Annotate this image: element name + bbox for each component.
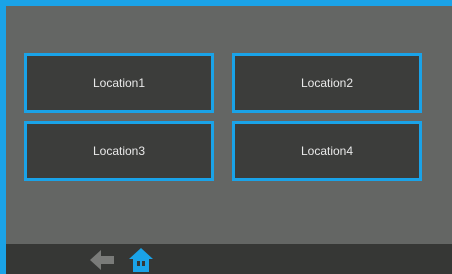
location2-button[interactable]: Location2: [232, 53, 422, 113]
back-arrow-icon[interactable]: [88, 248, 116, 272]
location3-label: Location3: [92, 144, 146, 158]
home-icon[interactable]: [127, 248, 155, 272]
main-screen: Location1 Location2 Location3 Location4: [0, 0, 452, 274]
location4-label: Location4: [300, 144, 354, 158]
location1-button[interactable]: Location1: [24, 53, 214, 113]
location3-button[interactable]: Location3: [24, 121, 214, 181]
location4-button[interactable]: Location4: [232, 121, 422, 181]
location2-label: Location2: [300, 76, 354, 90]
location-grid: Location1 Location2 Location3 Location4: [24, 53, 428, 189]
bottom-nav-bar: [6, 244, 452, 274]
location1-label: Location1: [92, 76, 146, 90]
